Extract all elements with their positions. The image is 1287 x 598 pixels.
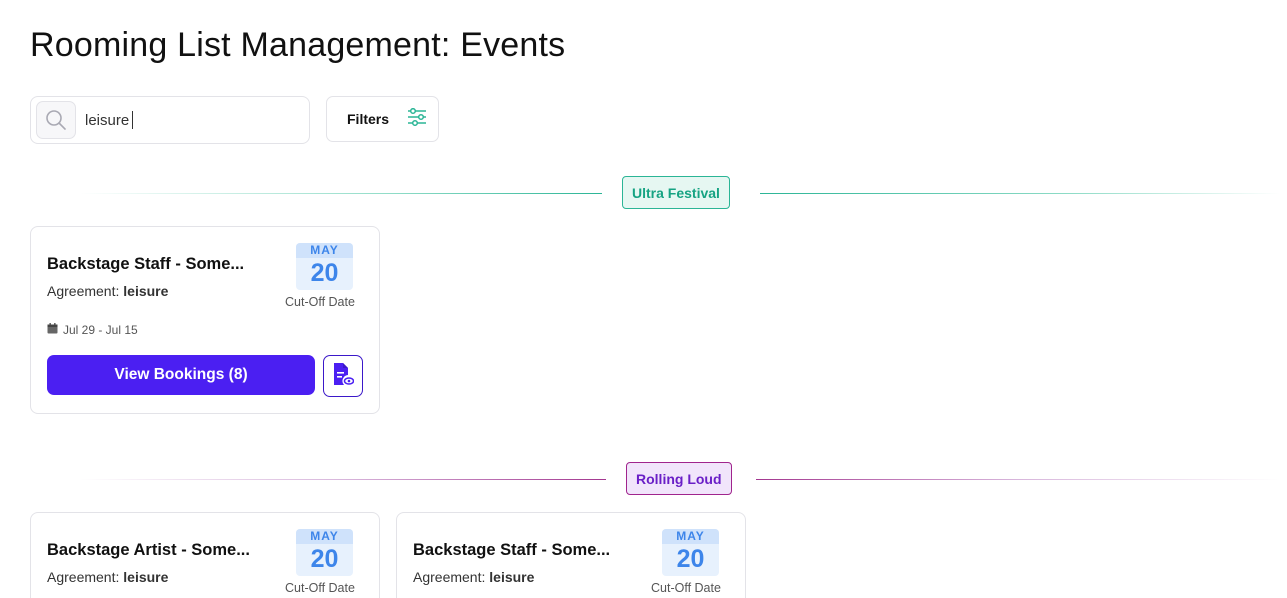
cutoff-day: 20 [310,545,339,573]
event-card: Backstage Artist - Some... Agreement: le… [30,512,380,598]
group-divider-left [80,479,606,480]
filters-label: Filters [347,111,390,127]
group-divider-left [80,193,602,194]
agreement-value: leisure [489,569,535,585]
cutoff-month: MAY [296,529,353,544]
filters-button[interactable]: Filters [326,96,439,142]
cutoff-day: 20 [310,259,339,287]
document-view-icon [332,362,355,391]
card-title: Backstage Staff - Some... [413,541,611,559]
cutoff-date-badge: MAY 20 [662,529,719,576]
group-label-ultra-festival: Ultra Festival [622,176,730,209]
agreement-label: Agreement: [47,569,120,585]
search-icon [36,101,76,139]
group-divider-right [760,193,1280,194]
cutoff-date-badge: MAY 20 [296,243,353,290]
cutoff-date-badge: MAY 20 [296,529,353,576]
sliders-icon [407,107,427,131]
agreement: Agreement: leisure [413,569,534,585]
cutoff-month: MAY [296,243,353,258]
page-title: Rooming List Management: Events [30,26,566,64]
cutoff-day: 20 [676,545,705,573]
date-range-text: Jul 29 - Jul 15 [63,323,138,337]
group-divider-right [756,479,1280,480]
card-title: Backstage Artist - Some... [47,541,250,559]
card-title: Backstage Staff - Some... [47,255,245,273]
event-card: Backstage Staff - Some... Agreement: lei… [30,226,380,414]
group-label-rolling-loud: Rolling Loud [626,462,732,495]
cutoff-label: Cut-Off Date [651,581,721,595]
calendar-icon [47,323,58,337]
cutoff-month: MAY [662,529,719,544]
search-input[interactable] [85,109,295,131]
agreement-label: Agreement: [47,283,120,299]
cutoff-label: Cut-Off Date [285,295,355,309]
agreement: Agreement: leisure [47,569,168,585]
text-caret [132,111,133,129]
date-range: Jul 29 - Jul 15 [47,323,138,337]
cutoff-label: Cut-Off Date [285,581,355,595]
event-card: Backstage Staff - Some... Agreement: lei… [396,512,746,598]
view-bookings-button[interactable]: View Bookings (8) [47,355,315,395]
search-box[interactable] [30,96,310,144]
agreement-value: leisure [123,283,169,299]
agreement-value: leisure [123,569,169,585]
agreement-label: Agreement: [413,569,486,585]
document-button[interactable] [323,355,363,397]
agreement: Agreement: leisure [47,283,168,299]
